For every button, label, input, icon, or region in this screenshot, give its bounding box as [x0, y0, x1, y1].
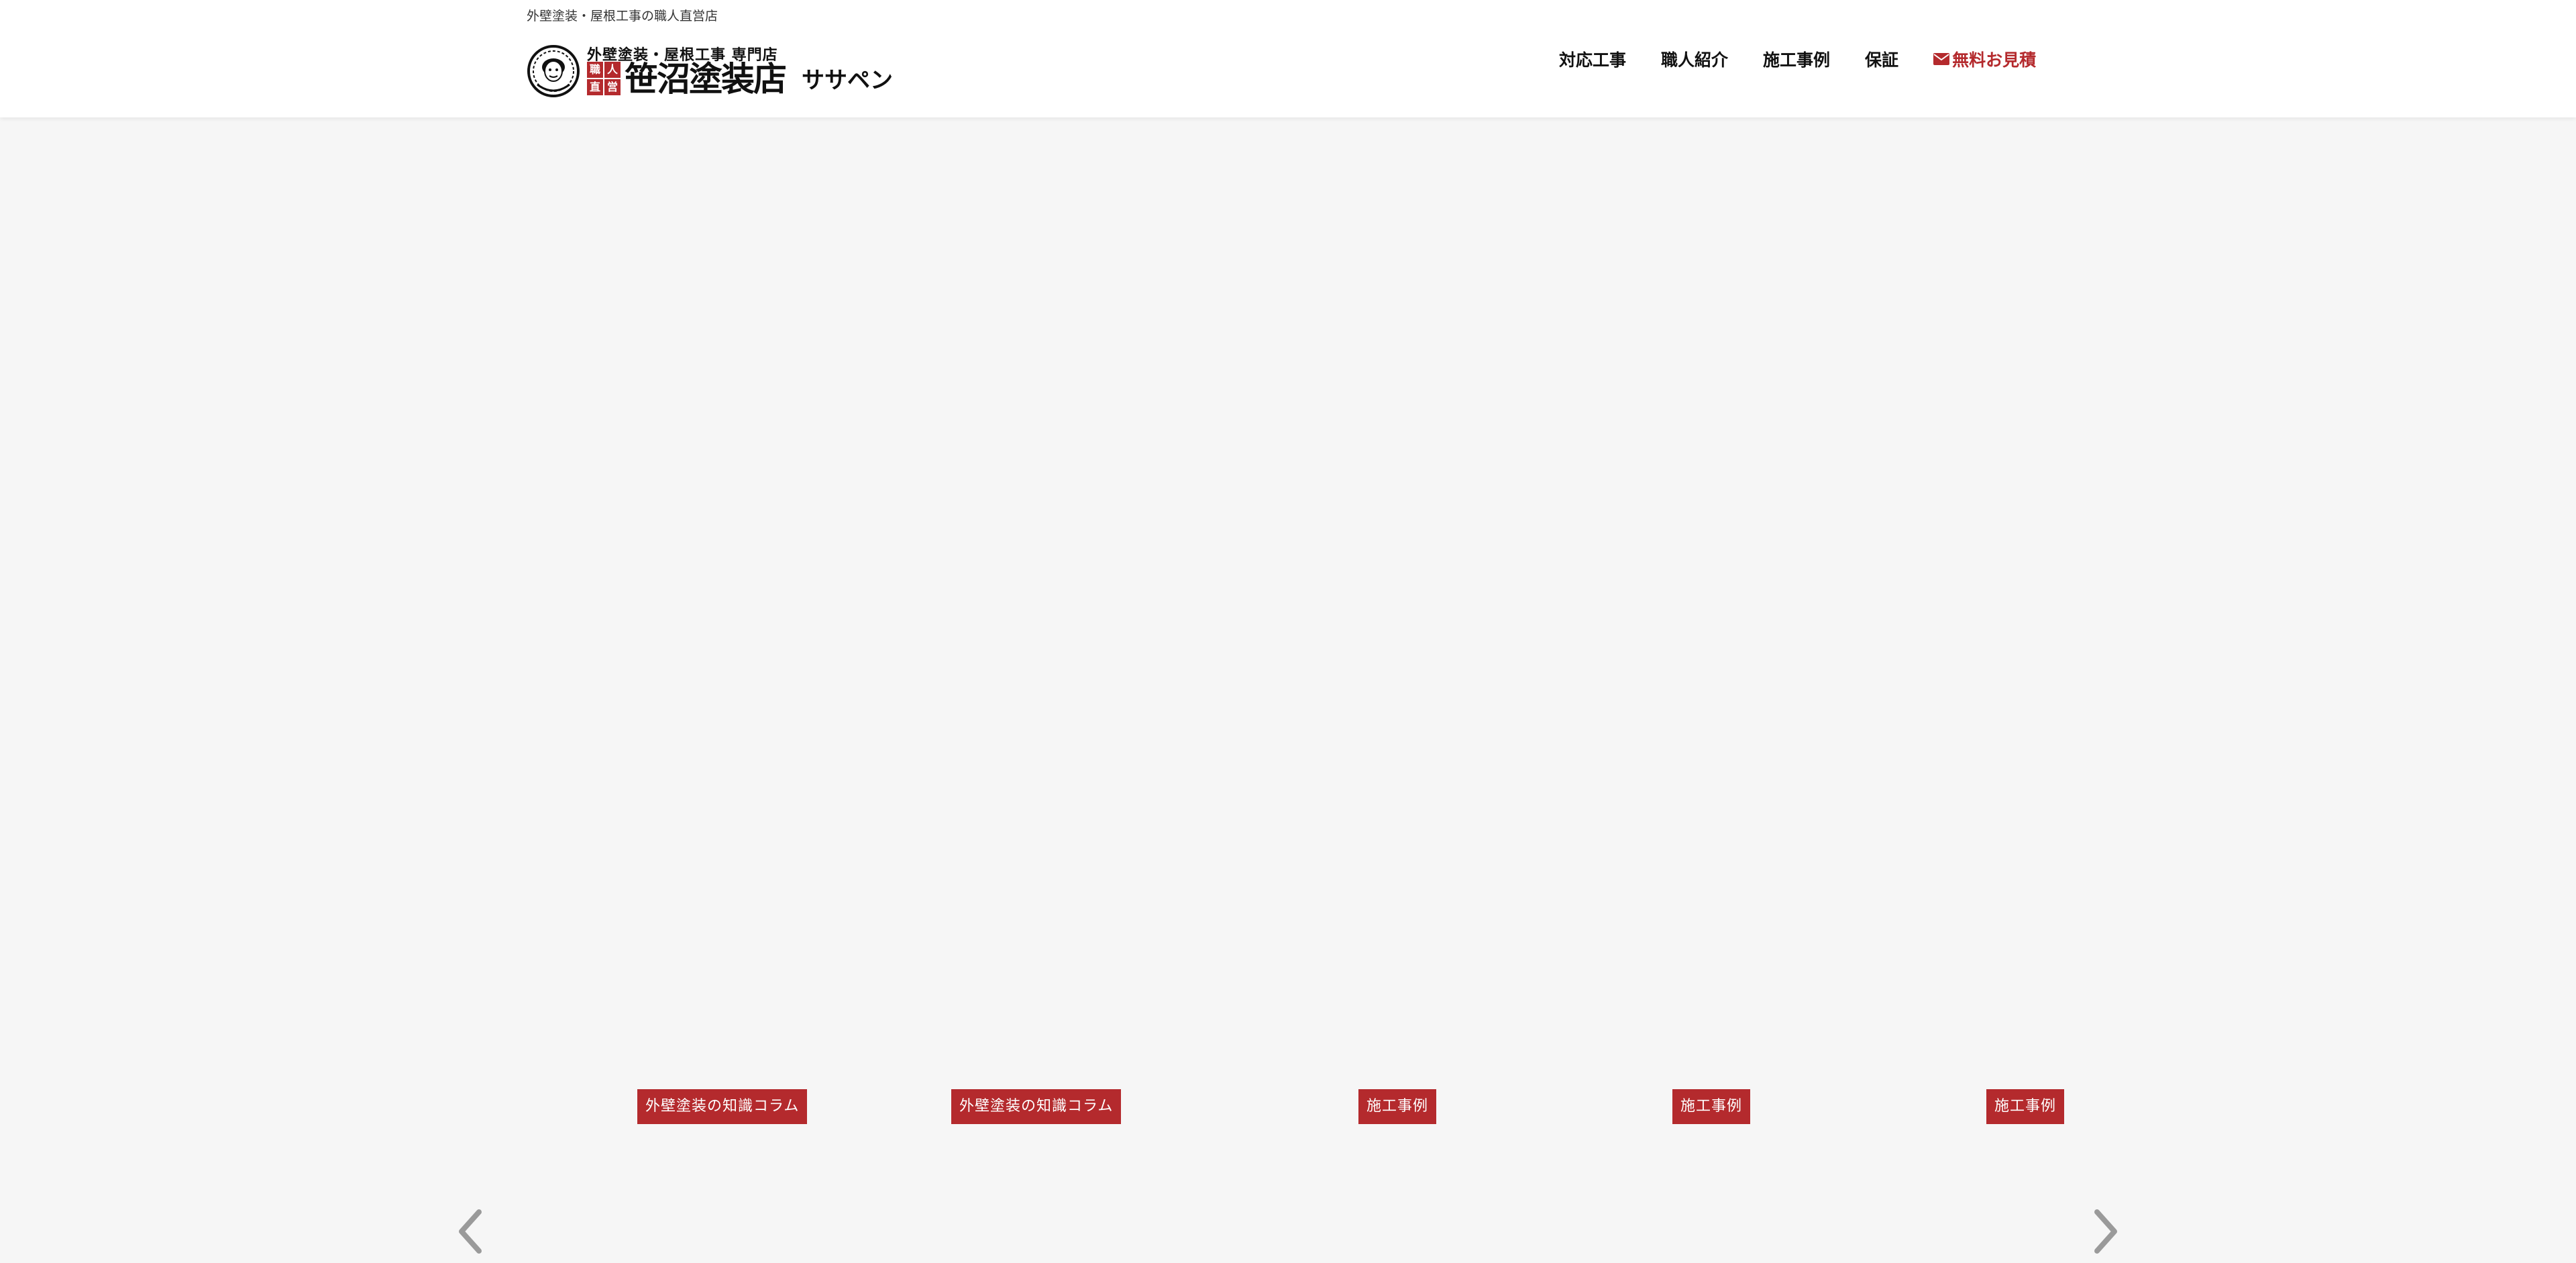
post-slider [0, 117, 2576, 1263]
slide-category-badge[interactable]: 施工事例 [1986, 1089, 2065, 1124]
slide-category-badge[interactable]: 外壁塗装の知識コラム [637, 1089, 808, 1124]
envelope-icon [1933, 53, 1950, 65]
nav-item-craftsmen[interactable]: 職人紹介 [1661, 47, 1728, 71]
nav-item-case-studies[interactable]: 施工事例 [1763, 47, 1830, 71]
site-header: 外壁塗装・屋根工事の職人直営店 外壁塗装・屋根工事 専門店 職 人 直 営 笹沼… [0, 0, 2576, 117]
nav-free-estimate-button[interactable]: 無料お見積 [1933, 47, 2036, 71]
slide-category-badge[interactable]: 外壁塗装の知識コラム [951, 1089, 1122, 1124]
logo-stamp: 職 人 直 営 [587, 62, 621, 95]
header-tagline: 外壁塗装・屋根工事の職人直営店 [527, 9, 718, 23]
main-nav: 対応工事 職人紹介 施工事例 保証 無料お見積 [1559, 46, 2036, 72]
slider-prev-button[interactable] [455, 1208, 484, 1255]
mascot-logo-icon [527, 45, 580, 97]
slider-next-button[interactable] [2092, 1208, 2121, 1255]
nav-item-warranty[interactable]: 保証 [1865, 47, 1898, 71]
site-logo[interactable]: 外壁塗装・屋根工事 専門店 職 人 直 営 笹沼塗装店 ササペン [527, 42, 893, 102]
logo-stamp-char: 職 [587, 62, 603, 78]
logo-stamp-char: 営 [604, 79, 621, 95]
logo-kana: ササペン [802, 67, 893, 94]
chevron-left-icon [459, 1209, 482, 1254]
free-estimate-label: 無料お見積 [1952, 50, 2037, 70]
slide-category-badge[interactable]: 施工事例 [1358, 1089, 1437, 1124]
nav-item-services[interactable]: 対応工事 [1559, 47, 1626, 71]
chevron-right-icon [2094, 1209, 2117, 1254]
logo-stamp-char: 直 [587, 79, 603, 95]
logo-name: 笹沼塗装店 [625, 59, 787, 99]
slide-category-badge[interactable]: 施工事例 [1672, 1089, 1751, 1124]
logo-stamp-char: 人 [604, 62, 621, 78]
